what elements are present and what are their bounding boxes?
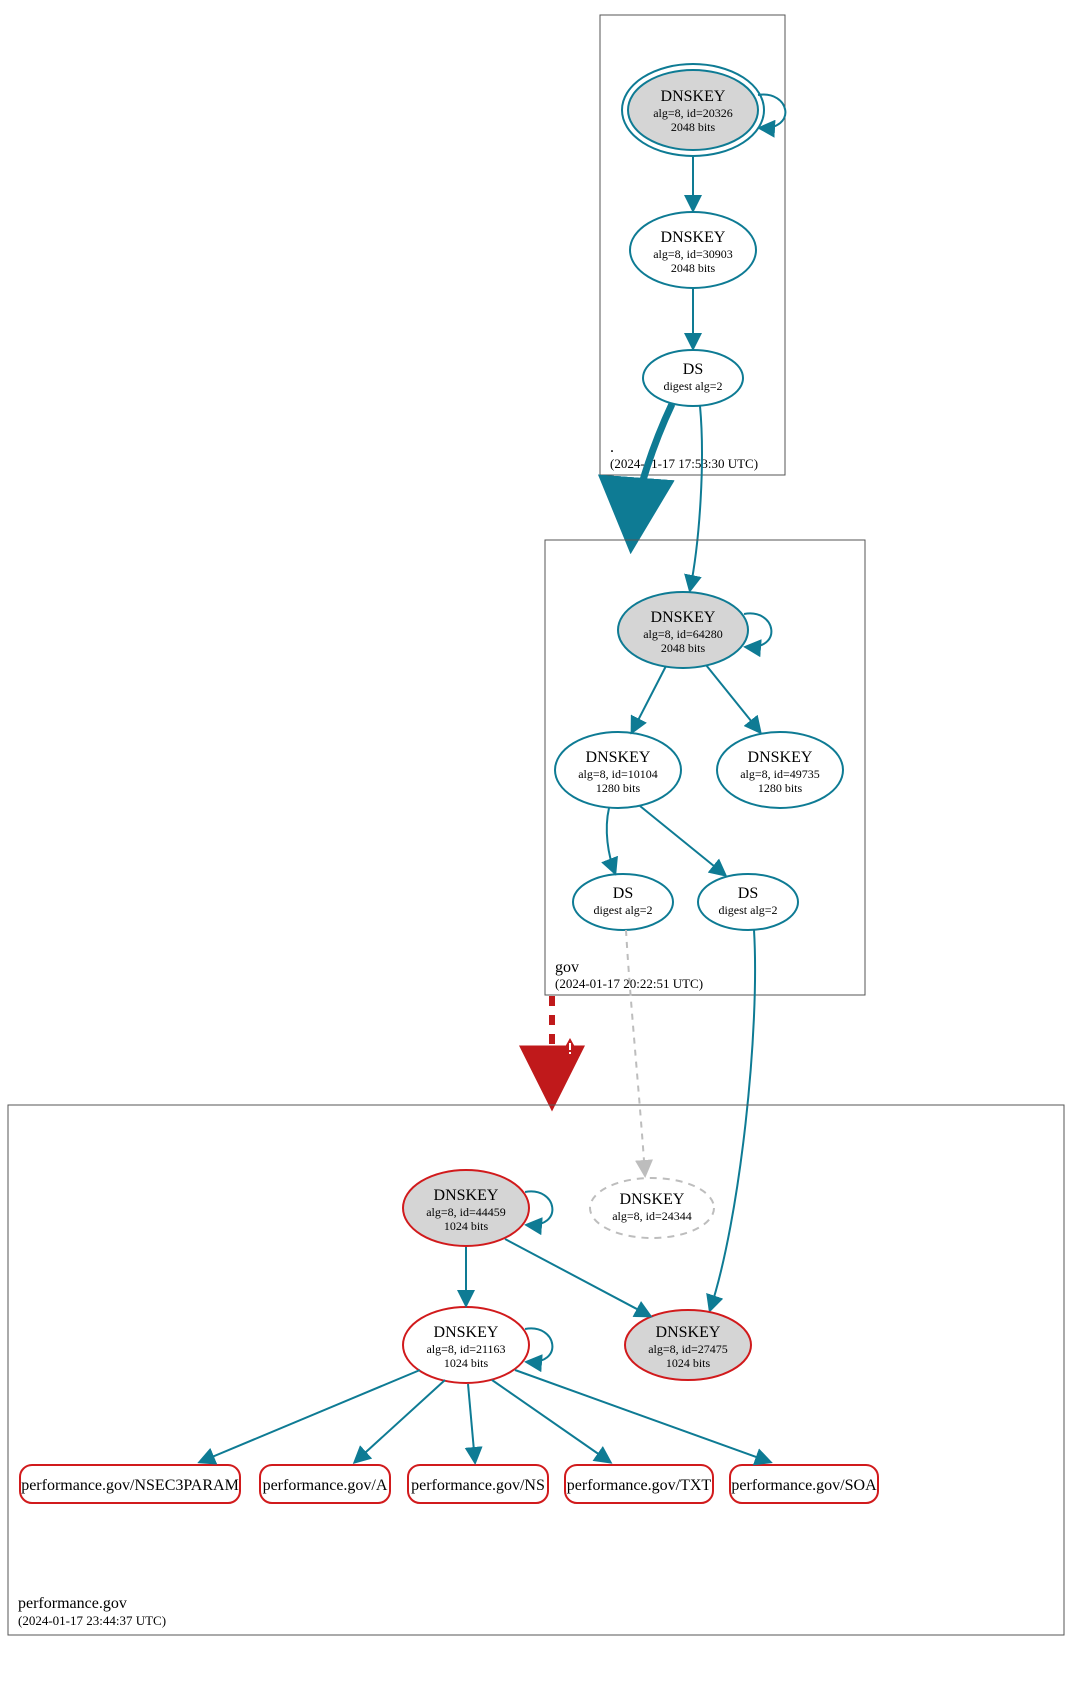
edge-gov-dsR-to-perf-rev — [710, 930, 755, 1310]
node-perf-zsk: DNSKEY alg=8, id=21163 1024 bits — [403, 1307, 529, 1383]
svg-text:alg=8, id=20326: alg=8, id=20326 — [653, 106, 733, 120]
svg-text:performance.gov/TXT: performance.gov/TXT — [567, 1477, 712, 1494]
svg-text:DNSKEY: DNSKEY — [661, 229, 726, 246]
svg-text:alg=8, id=21163: alg=8, id=21163 — [426, 1342, 505, 1356]
svg-text:2048 bits: 2048 bits — [671, 120, 716, 134]
zone-perf: performance.gov (2024-01-17 23:44:37 UTC… — [8, 1105, 1064, 1635]
node-rr-a: performance.gov/A — [260, 1465, 390, 1503]
svg-text:alg=8, id=27475: alg=8, id=27475 — [648, 1342, 728, 1356]
svg-text:digest alg=2: digest alg=2 — [593, 903, 652, 917]
edge-root-ds-to-gov-ksk — [690, 406, 702, 590]
svg-text:DS: DS — [613, 885, 633, 902]
node-rr-soa: performance.gov/SOA — [730, 1465, 878, 1503]
svg-text:1024 bits: 1024 bits — [444, 1219, 489, 1233]
edge-perf-zsk-txt — [492, 1380, 610, 1462]
zone-perf-ts: (2024-01-17 23:44:37 UTC) — [18, 1613, 166, 1628]
edge-gov-ksk-zskR — [706, 665, 760, 732]
edge-gov-zskL-dsR — [640, 806, 725, 875]
svg-text:2048 bits: 2048 bits — [661, 641, 706, 655]
svg-text:alg=8, id=24344: alg=8, id=24344 — [612, 1209, 692, 1223]
node-root-ksk: DNSKEY alg=8, id=20326 2048 bits — [622, 64, 764, 156]
svg-text:DNSKEY: DNSKEY — [748, 749, 813, 766]
warning-icon — [560, 1038, 580, 1056]
node-root-ds: DS digest alg=2 — [643, 350, 743, 406]
svg-text:performance.gov/SOA: performance.gov/SOA — [731, 1477, 877, 1494]
svg-text:DNSKEY: DNSKEY — [434, 1324, 499, 1341]
node-perf-ksk: DNSKEY alg=8, id=44459 1024 bits — [403, 1170, 529, 1246]
node-root-zsk: DNSKEY alg=8, id=30903 2048 bits — [630, 212, 756, 288]
zone-root-name: . — [610, 439, 614, 456]
svg-text:DNSKEY: DNSKEY — [586, 749, 651, 766]
svg-text:alg=8, id=10104: alg=8, id=10104 — [578, 767, 658, 781]
node-gov-zsk-left: DNSKEY alg=8, id=10104 1280 bits — [555, 732, 681, 808]
svg-text:2048 bits: 2048 bits — [671, 261, 716, 275]
node-gov-ds-right: DS digest alg=2 — [698, 874, 798, 930]
zone-root-ts: (2024-01-17 17:53:30 UTC) — [610, 456, 758, 471]
svg-text:alg=8, id=49735: alg=8, id=49735 — [740, 767, 820, 781]
svg-text:1280 bits: 1280 bits — [596, 781, 641, 795]
edge-perf-zsk-ns — [468, 1384, 475, 1462]
edge-perf-zsk-soa — [515, 1370, 770, 1462]
svg-text:digest alg=2: digest alg=2 — [718, 903, 777, 917]
svg-text:alg=8, id=30903: alg=8, id=30903 — [653, 247, 733, 261]
svg-text:performance.gov/NS: performance.gov/NS — [411, 1477, 545, 1494]
node-rr-txt: performance.gov/TXT — [565, 1465, 713, 1503]
zone-gov: gov (2024-01-17 20:22:51 UTC) DNSKEY alg… — [545, 540, 865, 995]
zone-perf-name: performance.gov — [18, 1595, 127, 1612]
node-rr-ns: performance.gov/NS — [408, 1465, 548, 1503]
svg-text:DS: DS — [738, 885, 758, 902]
edge-perf-zsk-nsec3 — [200, 1370, 420, 1462]
svg-text:DNSKEY: DNSKEY — [661, 88, 726, 105]
svg-text:1024 bits: 1024 bits — [666, 1356, 711, 1370]
svg-text:1280 bits: 1280 bits — [758, 781, 803, 795]
node-perf-rev: DNSKEY alg=8, id=27475 1024 bits — [625, 1310, 751, 1380]
edge-gov-dsL-to-perf-dashed — [626, 930, 645, 1175]
svg-text:DNSKEY: DNSKEY — [651, 609, 716, 626]
zone-gov-name: gov — [555, 959, 579, 976]
svg-text:1024 bits: 1024 bits — [444, 1356, 489, 1370]
svg-text:DNSKEY: DNSKEY — [434, 1187, 499, 1204]
zone-root: . (2024-01-17 17:53:30 UTC) DNSKEY alg=8… — [600, 15, 785, 475]
svg-text:performance.gov/NSEC3PARAM: performance.gov/NSEC3PARAM — [21, 1477, 239, 1494]
node-perf-dashed: DNSKEY alg=8, id=24344 — [590, 1178, 714, 1238]
node-gov-zsk-right: DNSKEY alg=8, id=49735 1280 bits — [717, 732, 843, 808]
svg-text:digest alg=2: digest alg=2 — [663, 379, 722, 393]
svg-text:alg=8, id=44459: alg=8, id=44459 — [426, 1205, 506, 1219]
node-gov-ds-left: DS digest alg=2 — [573, 874, 673, 930]
svg-text:DS: DS — [683, 361, 703, 378]
edge-perf-ksk-rev — [505, 1239, 650, 1316]
svg-text:performance.gov/A: performance.gov/A — [263, 1477, 388, 1494]
svg-text:DNSKEY: DNSKEY — [620, 1191, 685, 1208]
edge-gov-ksk-zskL — [632, 666, 666, 732]
svg-text:alg=8, id=64280: alg=8, id=64280 — [643, 627, 723, 641]
dnssec-graph: . (2024-01-17 17:53:30 UTC) DNSKEY alg=8… — [0, 0, 1088, 1690]
edge-gov-zskL-dsL — [607, 808, 615, 873]
node-gov-ksk: DNSKEY alg=8, id=64280 2048 bits — [618, 592, 748, 668]
svg-text:DNSKEY: DNSKEY — [656, 1324, 721, 1341]
node-rr-nsec3param: performance.gov/NSEC3PARAM — [20, 1465, 240, 1503]
